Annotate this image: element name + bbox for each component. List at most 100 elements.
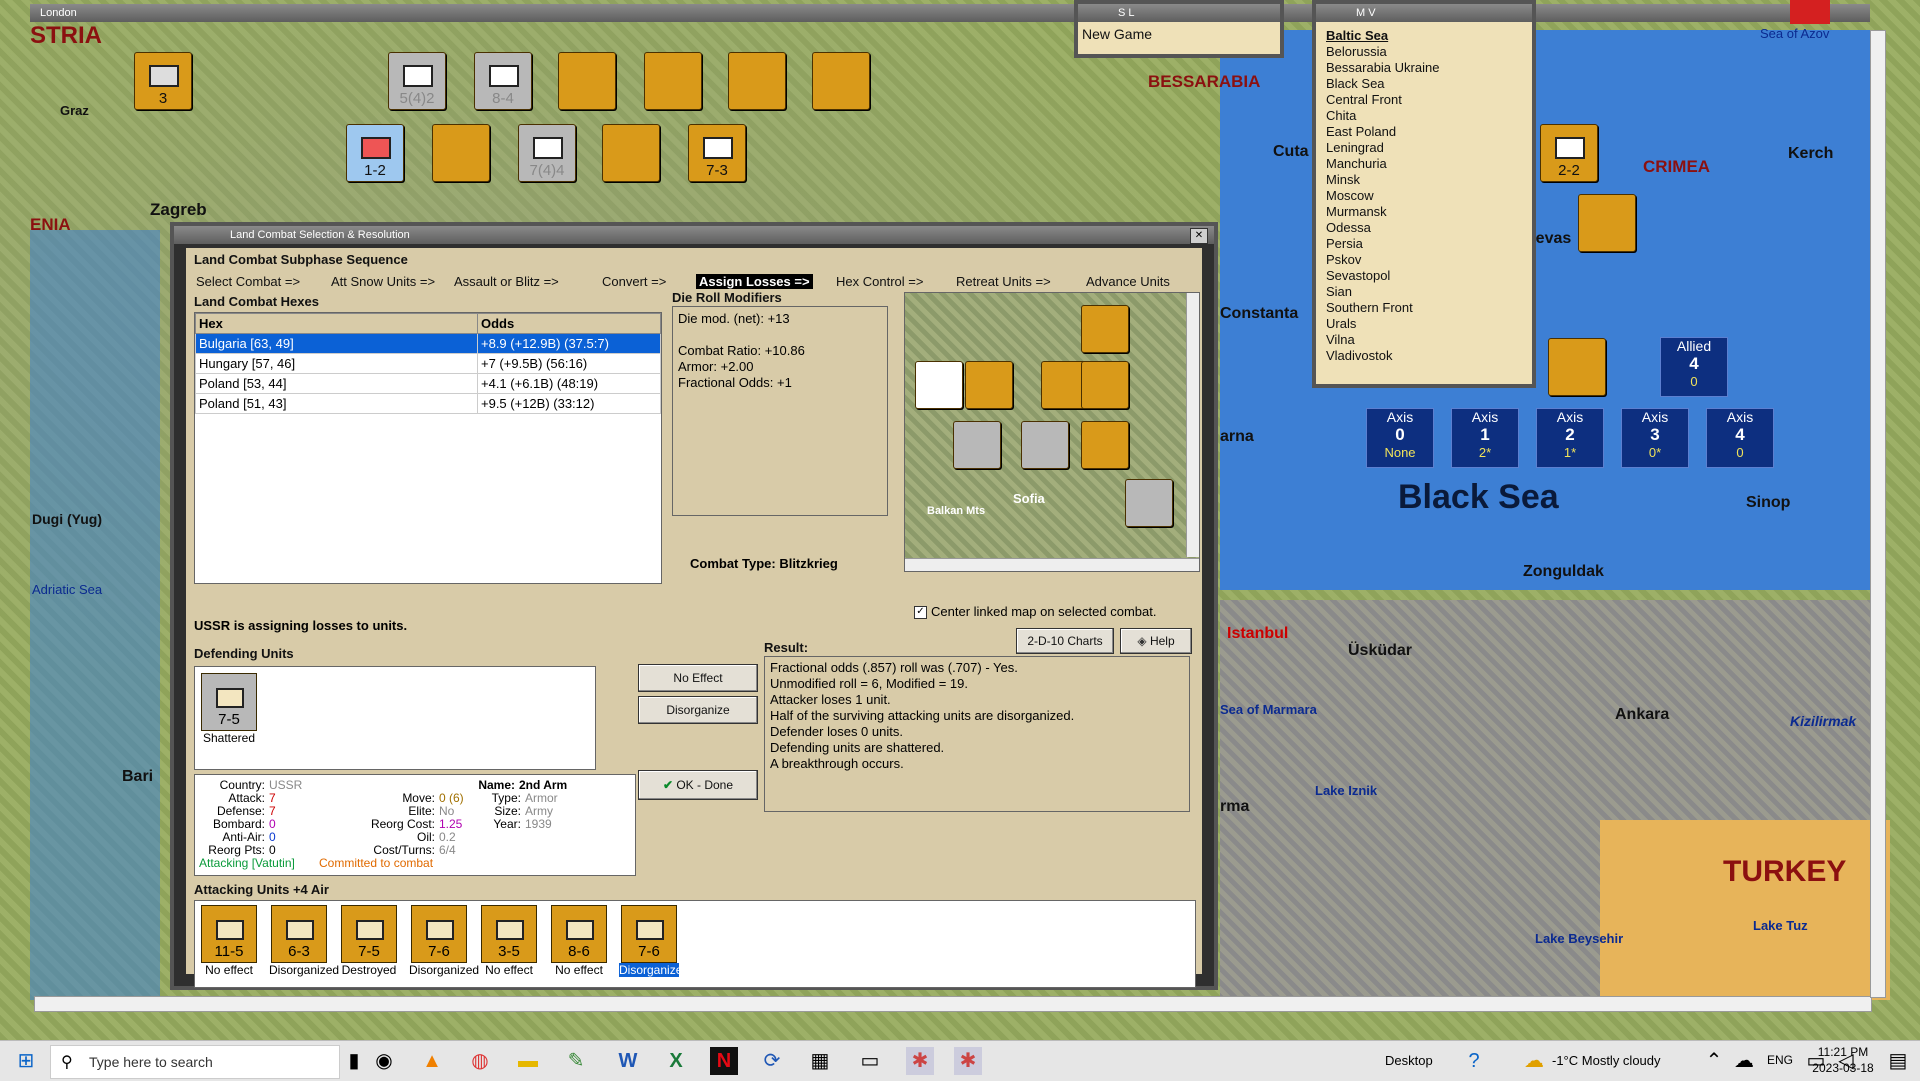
map-aircraft-counter[interactable] (432, 124, 490, 182)
attacker-unit[interactable]: 6-3 Disorganized (269, 905, 339, 977)
disorganize-button[interactable]: Disorganize (638, 696, 758, 724)
center-map-checkbox[interactable]: ✓ (914, 606, 927, 619)
axis-box-3[interactable]: Axis 3 0* (1621, 408, 1689, 468)
mv-list-item[interactable]: Minsk (1322, 172, 1532, 188)
minimap-counter[interactable] (1081, 305, 1129, 353)
axis-box-4[interactable]: Axis 4 0 (1706, 408, 1774, 468)
axis-box-1[interactable]: Axis 1 2* (1451, 408, 1519, 468)
mv-list-item[interactable]: Bessarabia Ukraine (1322, 60, 1532, 76)
minimap-counter[interactable] (915, 361, 963, 409)
map-unit-counter[interactable]: 3 (134, 52, 192, 110)
vlc-icon[interactable]: ▲ (418, 1047, 446, 1075)
mv-list-item[interactable]: Black Sea (1322, 76, 1532, 92)
mv-list-item[interactable]: Baltic Sea (1322, 28, 1532, 44)
map-unit-counter[interactable]: 2-2 (1540, 124, 1598, 182)
close-icon[interactable] (1790, 0, 1830, 24)
chrome-icon[interactable]: ◍ (466, 1047, 494, 1075)
defender-unit[interactable]: 7-5 Shattered (199, 673, 259, 745)
defending-units-panel[interactable]: 7-5 Shattered (194, 666, 596, 770)
map-ship-counter[interactable] (1578, 194, 1636, 252)
mv-list-item[interactable]: East Poland (1322, 124, 1532, 140)
hex-row[interactable]: Poland [53, 44] +4.1 (+6.1B) (48:19) (195, 373, 661, 394)
axis-box-2[interactable]: Axis 2 1* (1536, 408, 1604, 468)
minimap-counter[interactable] (1081, 421, 1129, 469)
task-view-icon[interactable]: ▮ (340, 1047, 368, 1075)
mv-list-item[interactable]: Sevastopol (1322, 268, 1532, 284)
map-unit-counter[interactable]: 1-2 (346, 124, 404, 182)
axis-box-0[interactable]: Axis 0 None (1366, 408, 1434, 468)
app-icon[interactable]: ⟳ (758, 1047, 786, 1075)
minimap-vscroll[interactable] (1186, 293, 1199, 557)
map-aircraft-counter[interactable] (644, 52, 702, 110)
search-box[interactable]: ⚲ Type here to search (50, 1045, 340, 1079)
map-vertical-scrollbar[interactable] (1870, 30, 1886, 998)
map-aircraft-counter[interactable] (602, 124, 660, 182)
mv-list-item[interactable]: Odessa (1322, 220, 1532, 236)
hex-row[interactable]: Bulgaria [63, 49] +8.9 (+12.9B) (37.5:7) (195, 333, 661, 354)
mv-list-item[interactable]: Vilna (1322, 332, 1532, 348)
desktop-toolbar[interactable]: Desktop (1385, 1053, 1433, 1068)
attacking-units-panel[interactable]: 11-5 No effect 6-3 Disorganized 7-5 Destroyed… (194, 900, 1196, 988)
chevron-up-icon[interactable]: ⌃ (1700, 1047, 1728, 1075)
mv-list-item[interactable]: Murmansk (1322, 204, 1532, 220)
map-aircraft-counter[interactable] (728, 52, 786, 110)
mv-list-item[interactable]: Central Front (1322, 92, 1532, 108)
dialog-close-icon[interactable]: ✕ (1190, 228, 1208, 244)
windows-start-icon[interactable]: ⊞ (12, 1047, 40, 1075)
mv-list-item[interactable]: Southern Front (1322, 300, 1532, 316)
attacker-unit[interactable]: 8-6 No effect (549, 905, 609, 977)
mv-list[interactable]: Baltic Sea Belorussia Bessarabia Ukraine Bl… (1316, 22, 1532, 364)
map-unit-counter[interactable]: 7(4)4 (518, 124, 576, 182)
attacker-unit[interactable]: 11-5 No effect (199, 905, 259, 977)
minimap-counter[interactable] (953, 421, 1001, 469)
help-button[interactable]: ◈ Help (1120, 628, 1192, 654)
no-effect-button[interactable]: No Effect (638, 664, 758, 692)
file-explorer-icon[interactable]: ▬ (514, 1047, 542, 1075)
word-icon[interactable]: W (614, 1047, 642, 1075)
sl-item-new-game[interactable]: New Game (1078, 22, 1280, 42)
mv-window[interactable]: M V Baltic Sea Belorussia Bessarabia Ukrai… (1312, 0, 1536, 388)
game-icon[interactable]: ✱ (906, 1047, 934, 1075)
attacker-unit[interactable]: 3-5 No effect (479, 905, 539, 977)
map-unit-counter[interactable]: 5(4)2 (388, 52, 446, 110)
mv-list-item[interactable]: Chita (1322, 108, 1532, 124)
mv-list-item[interactable]: Belorussia (1322, 44, 1532, 60)
notepad-icon[interactable]: ✎ (562, 1047, 590, 1075)
minimap-counter[interactable] (1021, 421, 1069, 469)
mv-list-item[interactable]: Vladivostok (1322, 348, 1532, 364)
ok-done-button[interactable]: ✔ OK - Done (638, 770, 758, 800)
minimap-counter[interactable] (1125, 479, 1173, 527)
land-combat-dialog[interactable]: Land Combat Selection & Resolution ✕ Lan… (170, 222, 1218, 990)
attacker-unit[interactable]: 7-6 Disorganized (619, 905, 689, 977)
excel-icon[interactable]: X (662, 1047, 690, 1075)
netflix-icon[interactable]: N (710, 1047, 738, 1075)
map-unit-counter[interactable]: 8-4 (474, 52, 532, 110)
map-horizontal-scrollbar[interactable] (34, 996, 1872, 1012)
charts-button[interactable]: 2-D-10 Charts (1016, 628, 1114, 654)
map-aircraft-counter[interactable] (558, 52, 616, 110)
hex-row[interactable]: Hungary [57, 46] +7 (+9.5B) (56:16) (195, 353, 661, 374)
clock-block[interactable]: 11:21 PM 2023-03-18 (1808, 1044, 1878, 1076)
map-aircraft-counter[interactable] (812, 52, 870, 110)
cloud-icon[interactable]: ☁ (1730, 1047, 1758, 1075)
minimap-counter[interactable] (965, 361, 1013, 409)
map-unit-counter[interactable]: 7-3 (688, 124, 746, 182)
mv-list-item[interactable]: Manchuria (1322, 156, 1532, 172)
minimap-counter[interactable] (1081, 361, 1129, 409)
mv-list-item[interactable]: Pskov (1322, 252, 1532, 268)
help-tray-icon[interactable]: ? (1460, 1047, 1488, 1075)
hex-column-header[interactable]: Hex (195, 313, 478, 334)
combat-minimap[interactable]: Sofia Balkan Mts (904, 292, 1200, 572)
map-ship-counter[interactable] (1548, 338, 1606, 396)
attacker-unit[interactable]: 7-5 Destroyed (339, 905, 399, 977)
notification-icon[interactable]: ▤ (1884, 1047, 1912, 1075)
game-icon[interactable]: ✱ (954, 1047, 982, 1075)
mv-list-item[interactable]: Sian (1322, 284, 1532, 300)
mv-list-item[interactable]: Persia (1322, 236, 1532, 252)
sl-window[interactable]: S L New Game (1074, 0, 1284, 58)
steam-icon[interactable]: ◉ (370, 1047, 398, 1075)
mv-list-item[interactable]: Moscow (1322, 188, 1532, 204)
weather-text[interactable]: -1°C Mostly cloudy (1552, 1053, 1661, 1068)
attacker-unit[interactable]: 7-6 Disorganized (409, 905, 479, 977)
window-app-icon[interactable]: ▭ (856, 1047, 884, 1075)
